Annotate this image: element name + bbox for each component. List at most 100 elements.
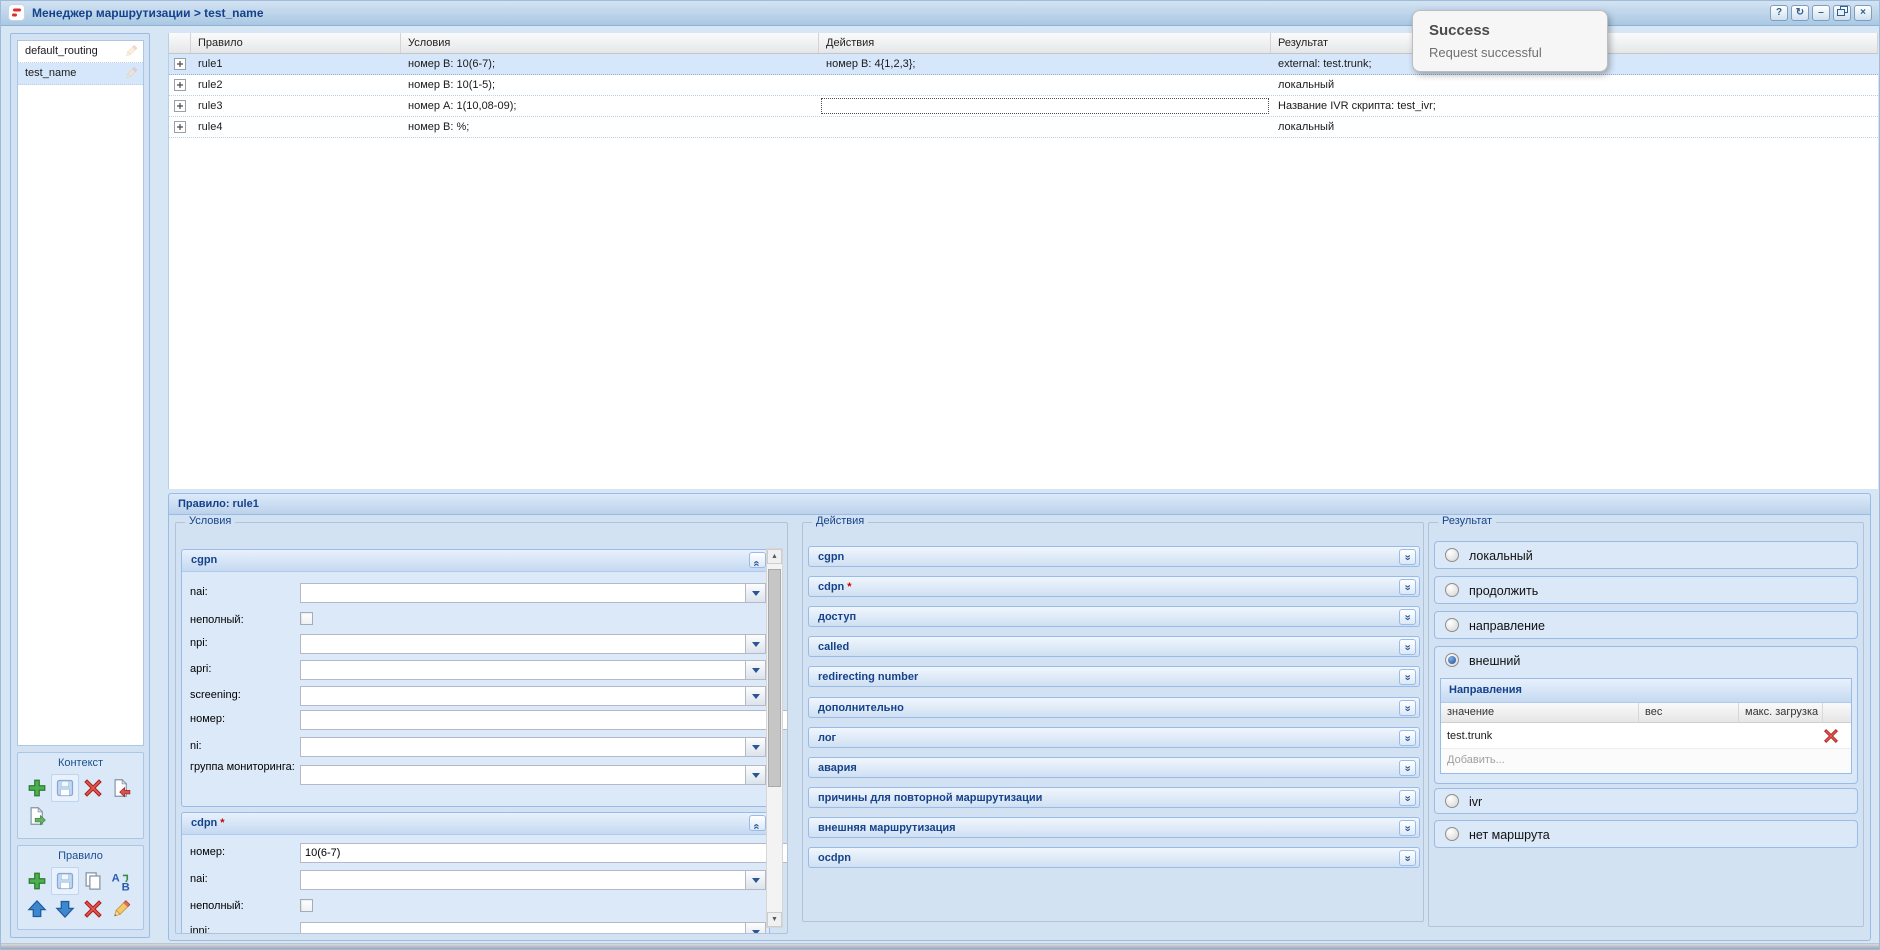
delete-direction-button[interactable] [1823,728,1843,744]
ni-combo[interactable] [300,737,766,757]
chevron-down-icon[interactable] [745,871,765,889]
column-header-rule[interactable]: Правило [191,33,401,53]
help-button[interactable]: ? [1770,5,1788,21]
chevron-down-icon[interactable] [745,584,765,602]
expand-icon[interactable]: » [1399,669,1416,685]
table-row[interactable]: rule2 номер B: 10(1-5); локальный [169,75,1878,96]
npi-combo[interactable] [300,634,766,654]
chevron-down-icon[interactable] [745,923,765,933]
action-section-failure[interactable]: авария » [808,757,1420,778]
delete-rule-button[interactable] [79,895,107,923]
number-input[interactable] [300,710,787,730]
edit-rule-button[interactable] [107,895,135,923]
table-row[interactable]: rule3 номер A: 1(10,08-09); Название IVR… [169,96,1878,117]
result-option-ivr[interactable]: ivr [1434,788,1858,814]
column-header-weight[interactable]: вес [1639,703,1739,722]
chevron-down-icon[interactable] [745,635,765,653]
monitoring-group-combo[interactable] [300,765,766,785]
result-option-external[interactable]: внешний Направления значение вес макс. з… [1434,646,1858,784]
expand-icon[interactable]: » [1399,790,1416,806]
add-rule-button[interactable] [23,867,51,895]
nai-combo[interactable] [300,583,766,603]
monitoring-group-input[interactable] [300,765,766,785]
cdpn-inni-input[interactable] [300,922,766,933]
add-context-button[interactable] [23,774,51,802]
conditions-scrollbar[interactable]: ▲ ▼ [766,548,783,928]
sidebar-item-default-routing[interactable]: default_routing [18,41,143,63]
chevron-down-icon[interactable] [745,766,765,784]
rename-rule-button[interactable]: AB [107,867,135,895]
result-option-continue[interactable]: продолжить [1434,576,1858,604]
incomplete-checkbox[interactable] [300,612,313,625]
save-rule-button[interactable] [51,867,79,895]
radio-icon[interactable] [1445,548,1459,562]
cdpn-section-header[interactable]: cdpn * » [182,813,769,835]
cdpn-inni-combo[interactable] [300,922,766,933]
action-section-cgpn[interactable]: cgpn » [808,546,1420,567]
chevron-down-icon[interactable] [745,738,765,756]
result-option-local[interactable]: локальный [1434,541,1858,569]
expand-icon[interactable]: » [1399,609,1416,625]
action-section-ocdpn[interactable]: ocdpn » [808,847,1420,868]
scrollbar-thumb[interactable] [768,569,781,787]
ni-input[interactable] [300,737,766,757]
column-header-value[interactable]: значение [1441,703,1639,722]
row-expander[interactable] [169,117,191,137]
expand-icon[interactable]: » [1399,549,1416,565]
collapse-icon[interactable]: » [749,552,766,568]
collapse-icon[interactable]: » [749,815,766,831]
cdpn-nai-input[interactable] [300,870,766,890]
radio-selected-icon[interactable] [1445,653,1459,667]
sidebar-item-test-name[interactable]: test_name [18,63,143,85]
refresh-button[interactable]: ↻ [1791,5,1809,21]
result-option-direction[interactable]: направление [1434,611,1858,639]
table-row[interactable]: rule4 номер B: %; локальный [169,117,1878,138]
restore-button[interactable] [1833,5,1851,21]
copy-rule-button[interactable] [79,867,107,895]
add-direction-row[interactable]: Добавить... [1441,749,1851,773]
move-up-rule-button[interactable] [23,895,51,923]
table-row[interactable]: rule1 номер B: 10(6-7); номер B: 4{1,2,3… [169,54,1878,75]
nai-input[interactable] [300,583,766,603]
expand-icon[interactable]: » [1399,730,1416,746]
chevron-down-icon[interactable] [745,687,765,705]
scroll-down-icon[interactable]: ▼ [767,912,782,927]
cgpn-section-header[interactable]: cgpn » [182,550,769,572]
action-section-log[interactable]: лог » [808,727,1420,748]
radio-icon[interactable] [1445,618,1459,632]
screening-combo[interactable] [300,686,766,706]
expand-icon[interactable]: » [1399,850,1416,866]
close-button[interactable]: × [1854,5,1872,21]
cell-actions-focused[interactable] [819,96,1271,116]
edit-pencil-icon[interactable] [124,66,138,88]
import-context-button[interactable] [107,774,135,802]
expand-icon[interactable]: » [1399,760,1416,776]
scroll-up-icon[interactable]: ▲ [767,549,782,564]
expand-icon[interactable]: » [1399,639,1416,655]
cdpn-nai-combo[interactable] [300,870,766,890]
action-section-redirecting-number[interactable]: redirecting number » [808,666,1420,687]
column-header-conditions[interactable]: Условия [401,33,819,53]
expand-icon[interactable]: » [1399,820,1416,836]
radio-icon[interactable] [1445,827,1459,841]
row-expander[interactable] [169,96,191,116]
cdpn-incomplete-checkbox[interactable] [300,899,313,912]
minimize-button[interactable]: – [1812,5,1830,21]
screening-input[interactable] [300,686,766,706]
expand-icon[interactable]: » [1399,579,1416,595]
action-section-access[interactable]: доступ » [808,606,1420,627]
save-context-button[interactable] [51,774,79,802]
npi-input[interactable] [300,634,766,654]
action-section-additional[interactable]: дополнительно » [808,697,1420,718]
result-option-no-route[interactable]: нет маршрута [1434,820,1858,848]
action-section-external-routing[interactable]: внешняя маршрутизация » [808,817,1420,838]
row-expander[interactable] [169,54,191,74]
move-down-rule-button[interactable] [51,895,79,923]
delete-context-button[interactable] [79,774,107,802]
action-section-rerouting-reasons[interactable]: причины для повторной маршрутизации » [808,787,1420,808]
expand-icon[interactable]: » [1399,700,1416,716]
radio-icon[interactable] [1445,794,1459,808]
column-header-max-load[interactable]: макс. загрузка [1739,703,1823,722]
column-header-actions[interactable]: Действия [819,33,1271,53]
export-context-button[interactable] [23,802,51,830]
